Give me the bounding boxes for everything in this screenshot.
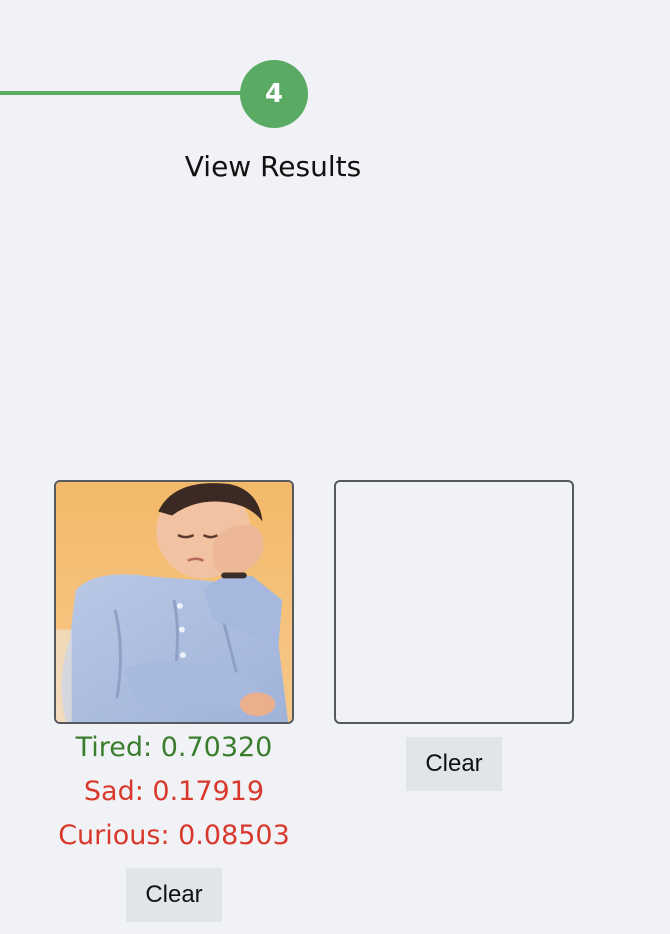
step-label-view-results: View Results: [184, 150, 362, 183]
image-preview-2-empty[interactable]: [334, 480, 574, 724]
prediction-result-sad: Sad: 0.17919: [83, 776, 265, 807]
prediction-result-tired: Tired: 0.70320: [75, 732, 273, 763]
image-preview-1: [54, 480, 294, 724]
prediction-results-1: Tired: 0.70320 Sad: 0.17919 Curious: 0.0…: [58, 726, 290, 858]
result-card-1: Tired: 0.70320 Sad: 0.17919 Curious: 0.0…: [54, 480, 294, 922]
step-4-indicator: 4: [240, 60, 308, 128]
clear-button-1[interactable]: Clear: [126, 868, 222, 922]
clear-button-2[interactable]: Clear: [406, 737, 502, 791]
photo-tired-boy-icon: [56, 482, 292, 722]
result-card-2: Clear: [334, 480, 574, 791]
step-number: 4: [264, 79, 284, 109]
prediction-result-curious: Curious: 0.08503: [58, 820, 290, 851]
stepper-connector-line: [0, 91, 245, 95]
